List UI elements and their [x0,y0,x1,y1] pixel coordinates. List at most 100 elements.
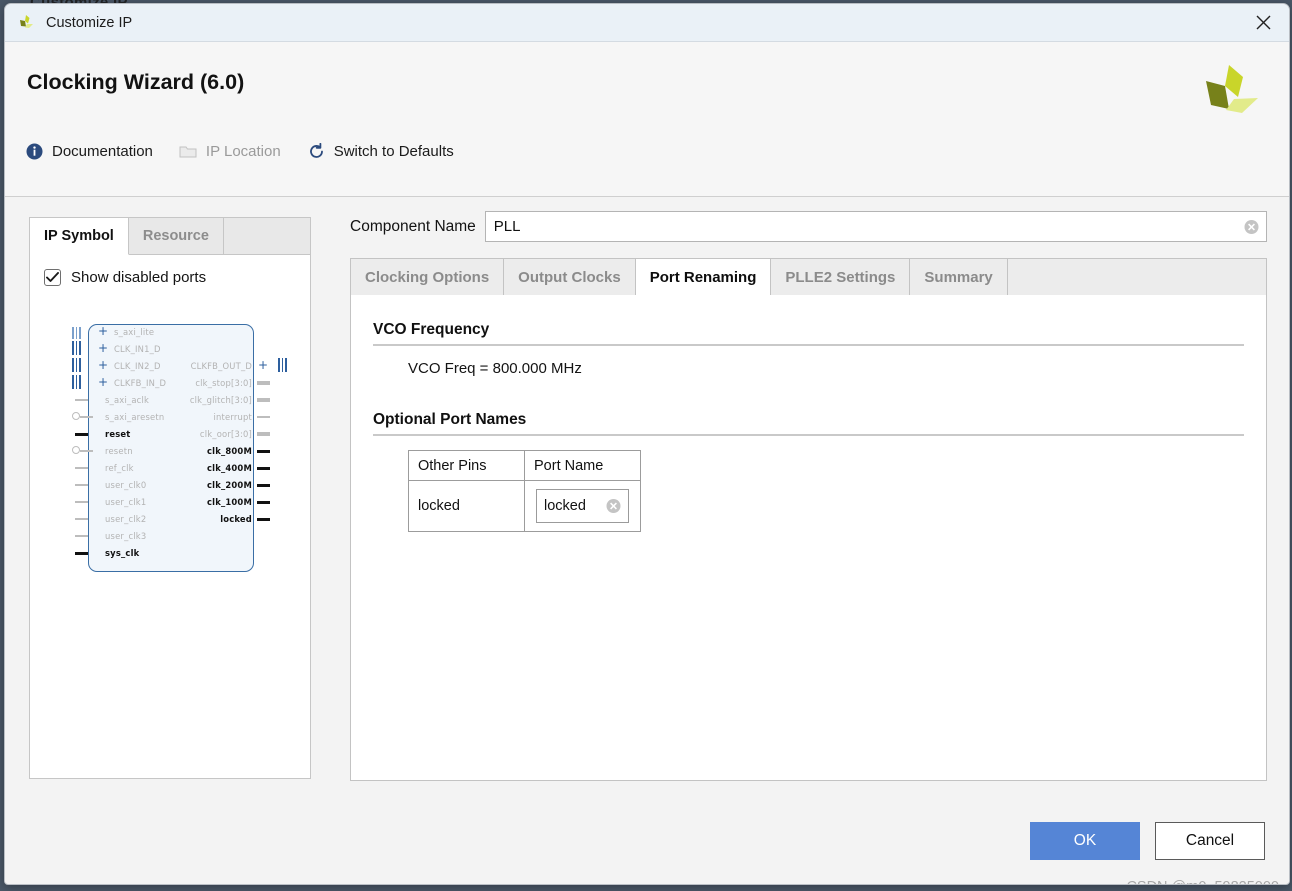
port-label-left-1: CLK_IN1_D [114,344,161,354]
bus-marker-clkfb-in-d [72,375,81,389]
invert-bubble-resetn [72,446,80,454]
port-stub-interrupt [257,416,270,418]
vco-frequency-value: VCO Freq = 800.000 MHz [408,360,582,377]
tab-port-renaming[interactable]: Port Renaming [635,259,772,296]
xilinx-logo-icon [16,13,36,33]
port-stub-clk-800m [257,450,270,453]
port-renaming-content: VCO Frequency VCO Freq = 800.000 MHz Opt… [350,295,1267,781]
expand-icon-clkfb-out-d[interactable]: + [258,359,268,371]
table-row: locked locked [408,480,641,532]
port-stub-resetn [80,450,93,452]
port-label-left-8: ref_clk [105,463,134,473]
clear-circle-icon[interactable] [1244,219,1259,234]
expand-icon-clk-in2-d[interactable]: + [98,359,108,371]
port-label-right-5: clk_800M [206,446,252,456]
expand-icon-clk-in1-d[interactable]: + [98,342,108,354]
title-bar: Customize IP [5,4,1289,42]
port-label-left-13: sys_clk [105,548,140,558]
tab-port-renaming-label: Port Renaming [649,268,757,286]
footer-buttons: OK Cancel [1030,822,1265,860]
port-stub-user-clk1 [75,501,88,503]
vco-section-divider [373,344,1244,346]
expand-icon-s-axi-lite[interactable]: + [98,325,108,337]
main-tabs: Clocking Options Output Clocks Port Rena… [350,258,1267,296]
column-header-other-pins: Other Pins [408,450,525,481]
bus-marker-s-axi-lite [72,327,81,339]
tab-plle2-settings-label: PLLE2 Settings [785,268,896,286]
expand-icon-clkfb-in-d[interactable]: + [98,376,108,388]
column-header-port-name: Port Name [524,450,641,481]
tab-resource[interactable]: Resource [128,218,224,254]
ip-location-button[interactable]: IP Location [177,140,283,163]
port-stub-s-axi-aresetn [80,416,93,418]
documentation-button[interactable]: Documentation [23,140,155,163]
bus-marker-clk-in2-d [72,358,81,372]
refresh-icon [307,142,326,161]
ip-location-label: IP Location [205,143,281,160]
port-label-left-12: user_clk3 [105,531,147,541]
port-stub-reset [75,433,88,436]
left-panel-tabs: IP Symbol Resource [30,218,310,255]
bus-marker-clkfb-out-d [278,358,287,372]
cancel-button[interactable]: Cancel [1155,822,1265,860]
tab-ip-symbol-label: IP Symbol [44,228,114,244]
page-title: Clocking Wizard (6.0) [27,70,245,94]
clear-circle-icon[interactable] [606,499,621,514]
check-icon [46,272,59,282]
port-label-left-2: CLK_IN2_D [114,361,161,371]
port-label-right-1: clk_stop[3:0] [195,378,252,388]
customize-ip-dialog: Customize IP Clocking Wizard (6.0) Docum… [4,3,1290,885]
port-label-left-6: reset [105,429,131,439]
component-name-label: Component Name [350,217,476,235]
port-label-left-11: user_clk2 [105,514,147,524]
cell-port-name[interactable]: locked [524,480,641,532]
ok-button[interactable]: OK [1030,822,1140,860]
port-stub-clk-oor [257,432,270,436]
close-icon[interactable] [1237,4,1289,41]
documentation-label: Documentation [52,143,153,160]
switch-to-defaults-button[interactable]: Switch to Defaults [305,140,456,163]
port-stub-locked [257,518,270,521]
component-name-row: Component Name PLL [350,211,1267,242]
checkbox-box [44,269,61,286]
tab-summary[interactable]: Summary [910,259,1008,295]
port-stub-clk-200m [257,484,270,487]
dialog-footer: OK Cancel CSDN @m0_59825000 [5,813,1289,884]
port-stub-sys-clk [75,552,88,555]
ip-config-panel: Component Name PLL Clocking Options Outp… [350,211,1267,781]
port-stub-clk-100m [257,501,270,504]
port-label-right-8: clk_100M [206,497,252,507]
tab-ip-symbol[interactable]: IP Symbol [30,218,129,255]
vco-frequency-title: VCO Frequency [373,321,490,338]
port-label-left-4: s_axi_aclk [105,395,150,405]
port-name-input[interactable]: locked [536,489,629,523]
header-toolbar: Documentation IP Location Switch to Defa… [23,140,456,163]
left-tabs-filler [223,218,310,254]
port-label-left-0: s_axi_lite [114,327,155,337]
port-label-right-9: locked [220,514,252,524]
ip-symbol-diagram: + s_axi_lite + CLK_IN1_D + CLK_IN2_D + C… [48,313,294,583]
port-label-right-7: clk_200M [206,480,252,490]
optional-port-names-table: Other Pins Port Name locked locked [408,450,641,532]
tab-plle2-settings[interactable]: PLLE2 Settings [771,259,911,295]
port-stub-user-clk2 [75,518,88,520]
show-disabled-ports-checkbox[interactable]: Show disabled ports [44,269,310,286]
title-bar-label: Customize IP [46,14,133,31]
port-label-right-2: clk_glitch[3:0] [189,395,252,405]
tab-clocking-options[interactable]: Clocking Options [351,259,505,295]
port-label-left-9: user_clk0 [105,480,147,490]
invert-bubble-s-axi-aresetn [72,412,80,420]
port-label-left-3: CLKFB_IN_D [114,378,167,388]
ok-button-label: OK [1073,832,1097,849]
component-name-input[interactable]: PLL [484,211,1267,242]
tab-resource-label: Resource [142,228,209,244]
tab-output-clocks-label: Output Clocks [518,268,621,286]
tab-output-clocks[interactable]: Output Clocks [504,259,636,295]
folder-icon [179,142,198,161]
port-label-left-7: resetn [105,446,133,456]
port-label-right-4: clk_oor[3:0] [199,429,252,439]
port-name-value: locked [544,498,586,514]
port-stub-s-axi-aclk [75,399,88,401]
switch-to-defaults-label: Switch to Defaults [333,143,454,160]
table-header-row: Other Pins Port Name [408,450,641,481]
